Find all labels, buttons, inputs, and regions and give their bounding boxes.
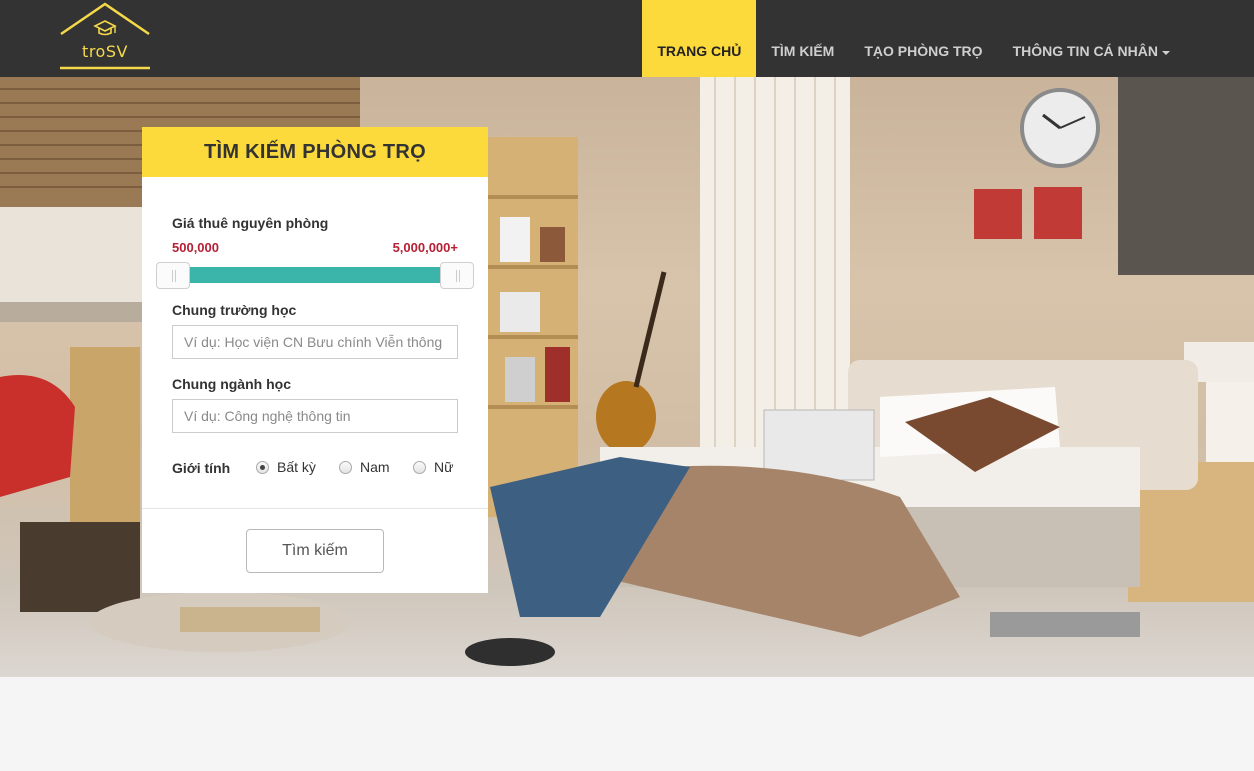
gender-label: Giới tính (172, 460, 231, 476)
nav-item-label: TRANG CHỦ (657, 43, 742, 59)
nav-item-home[interactable]: TRANG CHỦ (642, 0, 757, 77)
nav-item-profile[interactable]: THÔNG TIN CÁ NHÂN (998, 0, 1185, 77)
panel-divider (142, 508, 488, 509)
school-input[interactable] (172, 325, 458, 359)
price-slider-range (173, 267, 457, 283)
gender-radio-female[interactable]: Nữ (413, 459, 453, 475)
house-graduation-cap-icon (60, 2, 150, 70)
logo-text: troSV (82, 42, 128, 61)
radio-unchecked-icon (339, 460, 352, 474)
radio-label: Nữ (434, 459, 454, 475)
room-search-panel: TÌM KIẾM PHÒNG TRỌ Giá thuê nguyên phòng… (142, 127, 488, 593)
radio-label: Bất kỳ (277, 459, 316, 475)
nav-item-search[interactable]: TÌM KIẾM (756, 0, 849, 77)
nav-item-label: THÔNG TIN CÁ NHÂN (1012, 43, 1158, 59)
search-button[interactable]: Tìm kiếm (246, 529, 384, 573)
nav-item-label: TÌM KIẾM (771, 43, 835, 59)
price-min-value: 500,000 (172, 240, 219, 255)
school-label: Chung trường học (172, 302, 297, 318)
major-label: Chung ngành học (172, 376, 291, 392)
radio-label: Nam (360, 459, 390, 475)
gender-radio-any[interactable]: Bất kỳ (256, 459, 316, 475)
price-max-value: 5,000,000+ (392, 240, 458, 255)
gender-radio-male[interactable]: Nam (339, 459, 390, 475)
main-nav: TRANG CHỦ TÌM KIẾM TẠO PHÒNG TRỌ THÔNG T… (642, 0, 1254, 77)
price-label: Giá thuê nguyên phòng (172, 215, 329, 231)
price-slider-min-handle[interactable] (156, 262, 190, 289)
trosv-logo[interactable]: troSV (58, 2, 152, 72)
major-input[interactable] (172, 399, 458, 433)
caret-down-icon (1162, 51, 1170, 55)
nav-item-create-room[interactable]: TẠO PHÒNG TRỌ (849, 0, 997, 77)
price-slider-max-handle[interactable] (440, 262, 474, 289)
nav-item-label: TẠO PHÒNG TRỌ (864, 43, 983, 59)
panel-header: TÌM KIẾM PHÒNG TRỌ (142, 127, 488, 177)
panel-title: TÌM KIẾM PHÒNG TRỌ (203, 140, 427, 163)
radio-unchecked-icon (413, 460, 426, 474)
top-navbar: troSV TRANG CHỦ TÌM KIẾM TẠO PHÒNG TRỌ T… (0, 0, 1254, 77)
radio-checked-icon (256, 460, 269, 474)
